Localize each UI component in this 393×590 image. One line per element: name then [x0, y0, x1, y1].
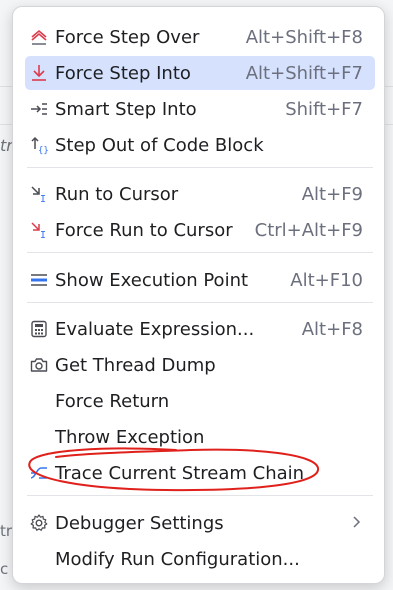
menu-item-shortcut: Alt+Shift+F7	[245, 62, 363, 84]
background-text: tr	[0, 136, 13, 155]
force-step-into-icon	[25, 56, 53, 90]
menu-item-label: Smart Step Into	[55, 98, 197, 120]
menu-item-trace-current-stream-chain[interactable]: Trace Current Stream Chain	[25, 456, 375, 490]
menu-item-debugger-settings[interactable]: Debugger Settings	[25, 506, 375, 540]
svg-text:I: I	[40, 194, 46, 204]
menu-item-label: Force Run to Cursor	[55, 219, 233, 241]
menu-item-evaluate-expression[interactable]: Evaluate Expression... Alt+F8	[25, 312, 375, 346]
menu-item-shortcut: Shift+F7	[285, 98, 363, 120]
stream-trace-icon	[25, 456, 53, 490]
menu-separator	[27, 495, 373, 496]
run-to-cursor-icon: I	[25, 177, 53, 211]
menu-item-shortcut: Ctrl+Alt+F9	[254, 219, 363, 241]
step-out-code-block-icon: {}	[25, 128, 53, 162]
background-text: tr	[0, 522, 13, 540]
menu-separator	[27, 252, 373, 253]
menu-item-shortcut: Alt+F10	[290, 269, 363, 291]
menu-item-label: Step Out of Code Block	[55, 134, 264, 156]
menu-item-label: Trace Current Stream Chain	[55, 462, 305, 484]
menu-item-throw-exception[interactable]: Throw Exception	[25, 420, 375, 454]
menu-item-label: Force Step Over	[55, 26, 200, 48]
menu-item-shortcut: Alt+F9	[301, 183, 363, 205]
menu-item-label: Run to Cursor	[55, 183, 179, 205]
force-run-to-cursor-icon: I	[25, 213, 53, 247]
menu-item-label: Force Step Into	[55, 62, 191, 84]
menu-item-label: Get Thread Dump	[55, 354, 216, 376]
menu-item-label: Force Return	[55, 390, 170, 412]
menu-item-run-to-cursor[interactable]: I Run to Cursor Alt+F9	[25, 177, 375, 211]
smart-step-into-icon	[25, 92, 53, 126]
menu-item-get-thread-dump[interactable]: Get Thread Dump	[25, 348, 375, 382]
menu-item-label: Throw Exception	[55, 426, 205, 448]
menu-item-step-out-of-code-block[interactable]: {} Step Out of Code Block	[25, 128, 375, 162]
menu-item-smart-step-into[interactable]: Smart Step Into Shift+F7	[25, 92, 375, 126]
chevron-right-icon	[351, 513, 363, 534]
menu-item-shortcut: Alt+F8	[301, 318, 363, 340]
menu-item-modify-run-configuration[interactable]: Modify Run Configuration...	[25, 542, 375, 576]
menu-item-force-step-into[interactable]: Force Step Into Alt+Shift+F7	[25, 56, 375, 90]
menu-item-label: Debugger Settings	[55, 512, 224, 534]
calculator-icon	[25, 312, 53, 346]
camera-icon	[25, 348, 53, 382]
menu-separator	[27, 167, 373, 168]
menu-item-label: Show Execution Point	[55, 269, 249, 291]
force-step-over-icon	[25, 20, 53, 54]
svg-text:{}: {}	[38, 146, 49, 155]
menu-item-shortcut: Alt+Shift+F8	[245, 26, 363, 48]
menu-item-label: Modify Run Configuration...	[55, 548, 300, 570]
svg-text:I: I	[40, 230, 46, 240]
menu-item-force-step-over[interactable]: Force Step Over Alt+Shift+F8	[25, 20, 375, 54]
menu-item-force-return[interactable]: Force Return	[25, 384, 375, 418]
background-text: c	[0, 560, 9, 578]
menu-item-show-execution-point[interactable]: Show Execution Point Alt+F10	[25, 263, 375, 297]
menu-separator	[27, 302, 373, 303]
menu-item-force-run-to-cursor[interactable]: I Force Run to Cursor Ctrl+Alt+F9	[25, 213, 375, 247]
menu-item-label: Evaluate Expression...	[55, 318, 255, 340]
gear-icon	[25, 506, 53, 540]
debug-context-menu: Force Step Over Alt+Shift+F8 Force Step …	[12, 6, 385, 584]
show-execution-point-icon	[25, 263, 53, 297]
